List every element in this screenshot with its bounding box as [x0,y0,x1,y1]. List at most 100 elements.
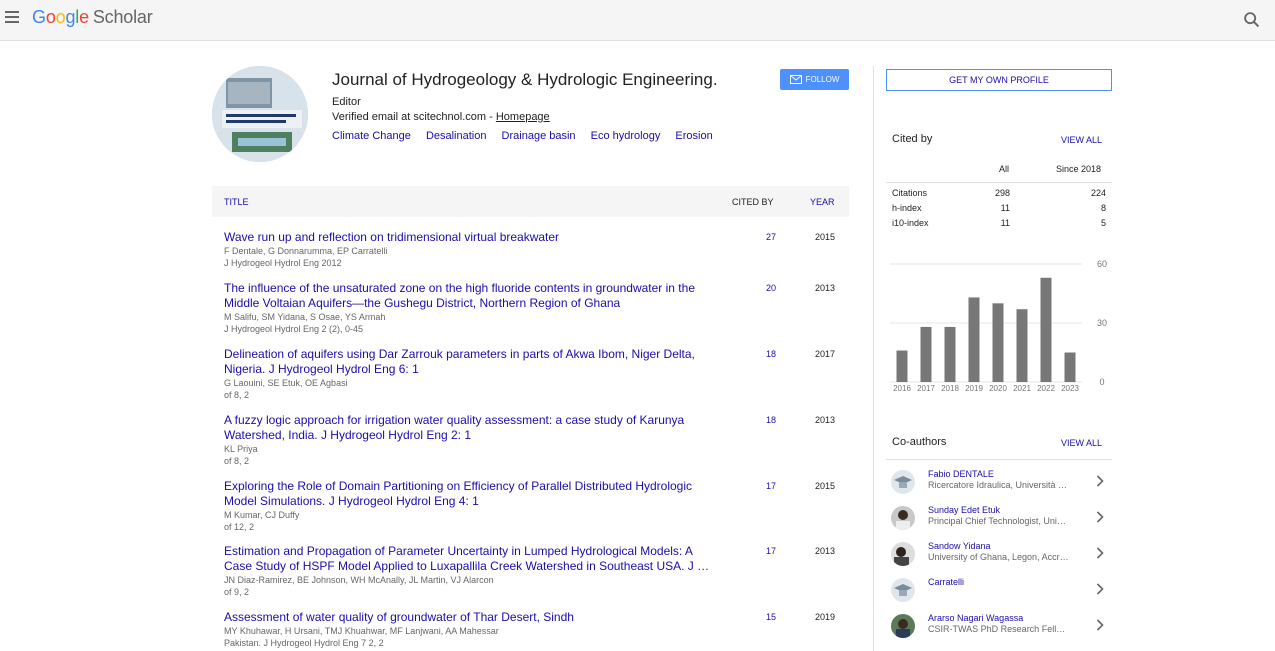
metric-label: Citations [892,188,928,198]
coauthor-avatar [891,470,915,494]
chart-y-tick-label: 60 [1097,259,1107,269]
chevron-right-icon [1096,583,1104,595]
chart-x-tick-label: 2023 [1061,384,1079,393]
sort-by-year[interactable]: YEAR [810,197,835,207]
chart-x-tick-label: 2021 [1013,384,1031,393]
follow-label: FOLLOW [805,75,840,84]
table-row: Estimation and Propagation of Parameter … [212,544,849,599]
metric-since-value: 5 [1100,218,1106,228]
chart-x-tick-label: 2019 [965,384,983,393]
article-venue: of 12, 2 [224,522,255,532]
article-title-link[interactable]: Estimation and Propagation of Parameter … [224,544,714,574]
coauthor-affiliation: Principal Chief Technologist, Uni… [928,516,1066,526]
coauthor-item[interactable]: Carratelli [886,572,1112,608]
cited-by-view-all-link[interactable]: VIEW ALL [1061,135,1102,145]
article-title-link[interactable]: Delineation of aquifers using Dar Zarrou… [224,347,714,377]
chart-bar[interactable] [1040,277,1052,382]
article-title-link[interactable]: A fuzzy logic approach for irrigation wa… [224,413,714,443]
coauthor-item[interactable]: Fabio DENTALE Ricercatore Idraulica, Uni… [886,464,1112,500]
coauthors-title: Co-authors [892,436,947,448]
article-authors: M Kumar, CJ Duffy [224,510,300,520]
article-venue: J Hydrogeol Hydrol Eng 2012 [224,258,342,268]
profile-affiliation: Editor [332,96,361,108]
cited-by-count-link[interactable]: 20 [766,283,776,293]
cited-by-header: CITED BY [732,197,774,207]
sort-by-title[interactable]: TITLE [224,197,249,207]
interest-link[interactable]: Drainage basin [502,130,576,142]
cited-by-count-link[interactable]: 18 [766,349,776,359]
chart-bar[interactable] [1016,309,1028,382]
chart-x-tick-label: 2022 [1037,384,1055,393]
cited-by-count-link[interactable]: 18 [766,415,776,425]
coauthor-item[interactable]: Sandow Yidana University of Ghana, Legon… [886,536,1112,572]
article-year: 2019 [815,612,836,622]
coauthors-view-all-link[interactable]: VIEW ALL [1061,438,1102,448]
coauthor-name: Fabio DENTALE [928,469,994,479]
profile-email: Verified email at scitechnol.com - Homep… [332,111,550,123]
article-year: 2015 [815,232,836,242]
article-authors: M Salifu, SM Yidana, S Osae, YS Armah [224,312,386,322]
column-divider [873,66,874,651]
article-venue: of 8, 2 [224,456,250,466]
metric-all-value: 298 [994,188,1010,198]
menu-icon[interactable] [5,11,19,25]
coauthor-name: Sunday Edet Etuk [928,505,1001,515]
chart-y-tick-label: 0 [1099,377,1104,387]
metric-since-value: 224 [1090,188,1106,198]
article-authors: JN Diaz-Ramirez, BE Johnson, WH McAnally… [224,575,494,585]
metric-label: i10-index [892,218,929,228]
article-venue: of 9, 2 [224,587,250,597]
coauthor-affiliation: CSIR-TWAS PhD Research Fell… [928,624,1066,634]
email-verification-text: Verified email at scitechnol.com - [332,111,496,123]
interest-link[interactable]: Desalination [426,130,487,142]
cited-by-count-link[interactable]: 17 [766,546,776,556]
col-since-label: Since 2018 [1056,164,1102,174]
get-my-own-profile-button[interactable]: GET MY OWN PROFILE [886,69,1112,91]
coauthor-avatar [891,614,915,638]
google-scholar-logo[interactable]: Google Scholar [32,7,153,28]
interest-link[interactable]: Eco hydrology [591,130,661,142]
article-title-link[interactable]: Assessment of water quality of groundwat… [224,610,714,625]
homepage-link[interactable]: Homepage [496,111,550,123]
cited-by-count-link[interactable]: 15 [766,612,776,622]
interest-link[interactable]: Erosion [675,130,712,142]
article-year: 2017 [815,349,836,359]
chart-bar[interactable] [968,297,980,382]
chevron-right-icon [1096,511,1104,523]
table-row: Exploring the Role of Domain Partitionin… [212,479,849,534]
coauthor-affiliation: University of Ghana, Legon, Accr… [928,552,1069,562]
coauthor-item[interactable]: Ararso Nagari Wagassa CSIR-TWAS PhD Rese… [886,608,1112,644]
cited-by-count-link[interactable]: 17 [766,481,776,491]
chart-bar[interactable] [1064,352,1076,383]
cited-by-count-link[interactable]: 27 [766,232,776,242]
chart-bar[interactable] [944,326,956,382]
follow-button[interactable]: FOLLOW [780,69,849,90]
article-venue: J Hydrogeol Hydrol Eng 2 (2), 0-45 [224,324,364,334]
article-authors: G Laouini, SE Etuk, OE Agbasi [224,378,348,388]
article-venue: Pakistan. J Hydrogeol Hydrol Eng 7 2, 2 [224,638,384,648]
article-year: 2013 [815,283,836,293]
article-title-link[interactable]: The influence of the unsaturated zone on… [224,281,714,311]
chart-bar[interactable] [896,350,908,382]
coauthor-affiliation: Ricercatore Idraulica, Università … [928,480,1068,490]
article-title-link[interactable]: Wave run up and reflection on tridimensi… [224,230,714,245]
table-row: A fuzzy logic approach for irrigation wa… [212,413,849,468]
chart-bar[interactable] [920,326,932,382]
article-authors: KL Priya [224,444,258,454]
article-title-link[interactable]: Exploring the Role of Domain Partitionin… [224,479,714,509]
chart-x-tick-label: 2020 [989,384,1007,393]
coauthor-name: Sandow Yidana [928,541,991,551]
coauthor-name: Carratelli [928,577,965,587]
chart-x-tick-label: 2018 [941,384,959,393]
col-all-label: All [999,164,1010,174]
top-app-bar: Google Scholar [0,0,1275,41]
interest-link[interactable]: Climate Change [332,130,411,142]
article-year: 2013 [815,415,836,425]
table-row: Wave run up and reflection on tridimensi… [212,230,849,270]
citation-metrics-table: All Since 2018 Citations 298 224 h-index… [886,157,1112,233]
chevron-right-icon [1096,619,1104,631]
chart-bar[interactable] [992,303,1004,382]
coauthors-divider [886,459,1112,460]
coauthor-item[interactable]: Sunday Edet Etuk Principal Chief Technol… [886,500,1112,536]
search-icon[interactable] [1241,9,1263,31]
